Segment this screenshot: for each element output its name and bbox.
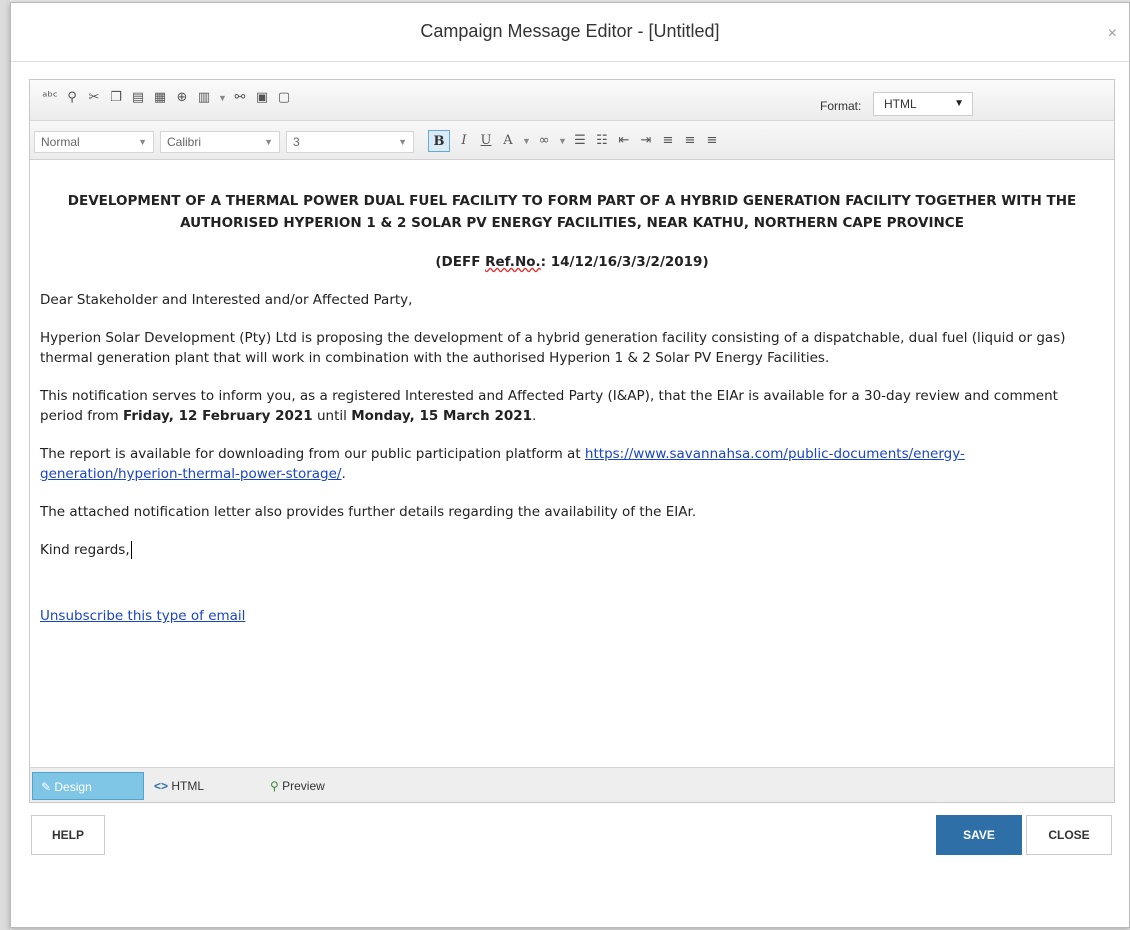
paragraph-proposal: Hyperion Solar Development (Pty) Ltd is …: [40, 330, 1066, 366]
notification-until: until: [312, 408, 352, 424]
toolbar-formatting: Normal ▼ Calibri ▼ 3 ▼ B I U A ▼ ∞ ▼ ☰ ☷: [30, 121, 1114, 160]
magnifier-icon: ⚲: [270, 779, 283, 793]
chevron-down-icon: ▼: [398, 137, 407, 147]
table-icon[interactable]: ▥: [196, 90, 212, 106]
ref-prefix: (DEFF: [435, 254, 486, 270]
tab-design-label: Design: [54, 780, 92, 794]
tab-design[interactable]: ✎ Design: [32, 772, 144, 800]
ref-label: Ref.No.: [485, 254, 541, 270]
background-page: [0, 0, 10, 930]
rich-text-editor: ᵃᵇᶜ ⚲ ✂ ❐ ▤ ▦ ⊕ ▥ ▼ ⚯ ▣ ▢ Format: HTML ▼: [29, 79, 1115, 803]
font-family-value: Calibri: [167, 135, 202, 149]
paragraph-attachment: The attached notification letter also pr…: [40, 504, 697, 520]
copy-icon[interactable]: ❐: [108, 90, 124, 106]
link-icon[interactable]: ⚯: [232, 90, 248, 106]
bullet-list-icon[interactable]: ☷: [594, 133, 610, 149]
highlight-icon[interactable]: ∞: [536, 133, 552, 149]
tab-html[interactable]: <> HTML: [154, 772, 204, 800]
download-text: The report is available for downloading …: [40, 446, 585, 462]
paste-icon[interactable]: ▤: [130, 90, 146, 106]
tab-html-label: HTML: [171, 779, 205, 793]
numbered-list-icon[interactable]: ☰: [572, 133, 588, 149]
editor-content[interactable]: DEVELOPMENT OF A THERMAL POWER DUAL FUEL…: [30, 160, 1114, 768]
font-size-value: 3: [293, 135, 300, 149]
editor-mode-tabs: ✎ Design <> HTML ⚲ Preview: [30, 767, 1114, 802]
web-icon[interactable]: ⊕: [174, 90, 190, 106]
underline-icon[interactable]: U: [478, 133, 494, 149]
document-heading: DEVELOPMENT OF A THERMAL POWER DUAL FUEL…: [67, 193, 1077, 231]
cut-icon[interactable]: ✂: [86, 90, 102, 106]
align-right-icon[interactable]: ≡: [704, 133, 720, 149]
bold-button[interactable]: B: [428, 130, 450, 152]
form-icon[interactable]: ▦: [152, 90, 168, 106]
format-label: Format:: [820, 99, 862, 113]
notification-end: .: [532, 408, 537, 424]
ref-value: : 14/12/16/3/3/2/2019): [540, 254, 709, 270]
indent-icon[interactable]: ⇥: [638, 133, 654, 149]
tab-preview-label: Preview: [282, 779, 325, 793]
document-icon[interactable]: ▢: [276, 90, 292, 106]
format-select-value: HTML: [884, 97, 917, 111]
paragraph-download: The report is available for downloading …: [40, 444, 1104, 484]
outdent-icon[interactable]: ⇤: [616, 133, 632, 149]
download-end: .: [341, 466, 346, 482]
help-button[interactable]: HELP: [31, 815, 105, 855]
greeting: Dear Stakeholder and Interested and/or A…: [40, 292, 413, 308]
align-center-icon[interactable]: ≡: [682, 133, 698, 149]
reference-number: (DEFF Ref.No.: 14/12/16/3/3/2/2019): [40, 252, 1104, 272]
text-cursor: [130, 541, 132, 559]
close-icon[interactable]: ×: [1108, 25, 1117, 43]
image-icon[interactable]: ▣: [254, 90, 270, 106]
table-dropdown-caret-icon[interactable]: ▼: [218, 90, 227, 106]
spellcheck-icon[interactable]: ᵃᵇᶜ: [42, 90, 58, 106]
chevron-down-icon: ▼: [264, 137, 273, 147]
chevron-down-icon: ▼: [954, 98, 964, 109]
font-family-select[interactable]: Calibri ▼: [160, 131, 280, 153]
campaign-editor-dialog: Campaign Message Editor - [Untitled] × ᵃ…: [10, 2, 1130, 928]
paragraph-style-select[interactable]: Normal ▼: [34, 131, 154, 153]
tab-preview[interactable]: ⚲ Preview: [270, 772, 325, 800]
unsubscribe-link[interactable]: Unsubscribe this type of email: [40, 608, 245, 624]
end-date: Monday, 15 March 2021: [351, 408, 533, 424]
italic-icon[interactable]: I: [456, 133, 472, 149]
font-color-caret-icon[interactable]: ▼: [522, 133, 531, 149]
font-color-icon[interactable]: A: [500, 133, 516, 149]
align-left-icon[interactable]: ≡: [660, 133, 676, 149]
format-select[interactable]: HTML ▼: [873, 92, 973, 116]
dialog-titlebar: Campaign Message Editor - [Untitled] ×: [11, 3, 1129, 62]
start-date: Friday, 12 February 2021: [123, 408, 313, 424]
font-size-select[interactable]: 3 ▼: [286, 131, 414, 153]
find-icon[interactable]: ⚲: [64, 90, 80, 106]
dialog-title: Campaign Message Editor - [Untitled]: [420, 21, 720, 41]
close-button[interactable]: CLOSE: [1026, 815, 1112, 855]
closing: Kind regards,: [40, 540, 1104, 560]
paragraph-notification: This notification serves to inform you, …: [40, 386, 1104, 426]
code-icon: <>: [154, 779, 172, 793]
closing-text: Kind regards,: [40, 542, 130, 558]
toolbar-top: ᵃᵇᶜ ⚲ ✂ ❐ ▤ ▦ ⊕ ▥ ▼ ⚯ ▣ ▢ Format: HTML ▼: [30, 80, 1114, 121]
paragraph-style-value: Normal: [41, 135, 80, 149]
chevron-down-icon: ▼: [138, 137, 147, 147]
save-button[interactable]: SAVE: [936, 815, 1022, 855]
highlight-caret-icon[interactable]: ▼: [558, 133, 567, 149]
pencil-icon: ✎: [41, 780, 55, 794]
unsubscribe-paragraph: Unsubscribe this type of email: [40, 606, 1104, 626]
